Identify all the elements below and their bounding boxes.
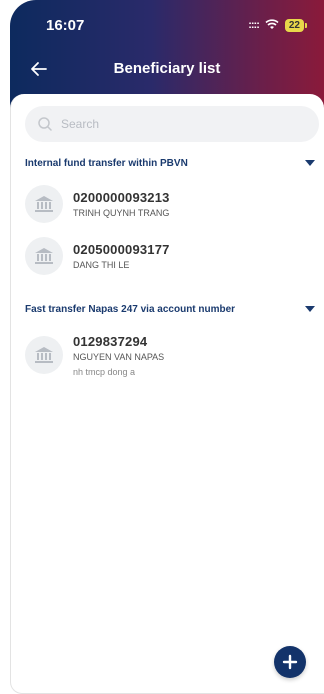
phone-screen: 16:07 :::: 22 Beneficiary list Search In… xyxy=(0,0,324,694)
status-time: 16:07 xyxy=(46,16,85,34)
beneficiary-item[interactable]: 0205000093177 DANG THI LE xyxy=(25,234,315,278)
beneficiary-item[interactable]: 0129837294 NGUYEN VAN NAPAS nh tmcp dong… xyxy=(25,330,315,380)
account-number: 0129837294 xyxy=(73,333,148,349)
section-title: Fast transfer Napas 247 via account numb… xyxy=(25,303,236,315)
bank-icon xyxy=(35,347,53,363)
bank-icon xyxy=(35,196,53,212)
section-header-napas[interactable]: Fast transfer Napas 247 via account numb… xyxy=(25,300,315,318)
search-icon xyxy=(38,117,52,131)
account-name: TRINH QUYNH TRANG xyxy=(73,208,170,218)
status-icons: :::: 22 xyxy=(248,18,308,33)
beneficiary-item[interactable]: 0200000093213 TRINH QUYNH TRANG xyxy=(25,182,315,226)
caret-down-icon[interactable] xyxy=(305,160,315,166)
wifi-icon xyxy=(265,18,279,33)
signal-icon: :::: xyxy=(248,19,260,31)
back-arrow-icon[interactable] xyxy=(28,58,50,80)
plus-icon xyxy=(282,654,298,670)
account-name: DANG THI LE xyxy=(73,260,130,270)
avatar xyxy=(25,336,63,374)
item-text: 0205000093177 DANG THI LE xyxy=(73,242,170,270)
avatar xyxy=(25,185,63,223)
bank-icon xyxy=(35,248,53,264)
account-number: 0205000093177 xyxy=(73,242,170,257)
page-title: Beneficiary list xyxy=(113,59,221,77)
account-number: 0200000093213 xyxy=(73,190,170,205)
avatar xyxy=(25,237,63,275)
item-text: 0200000093213 TRINH QUYNH TRANG xyxy=(73,190,170,218)
battery-icon: 22 xyxy=(284,18,308,32)
item-text: 0129837294 NGUYEN VAN NAPAS nh tmcp dong… xyxy=(73,334,164,377)
account-name: NGUYEN VAN NAPAS xyxy=(73,351,165,362)
nav-bar: Beneficiary list xyxy=(10,50,324,86)
caret-down-icon[interactable] xyxy=(305,306,315,312)
section-header-internal[interactable]: Internal fund transfer within PBVN xyxy=(25,154,315,172)
status-bar: 16:07 :::: 22 xyxy=(10,0,324,50)
content-panel: Internal fund transfer within PBVN 02000… xyxy=(10,94,324,694)
search-input[interactable] xyxy=(61,117,281,131)
add-beneficiary-button[interactable] xyxy=(274,646,306,678)
bank-name: nh tmcp dong a xyxy=(73,366,136,377)
search-bar[interactable] xyxy=(25,106,319,142)
section-title: Internal fund transfer within PBVN xyxy=(25,157,188,169)
